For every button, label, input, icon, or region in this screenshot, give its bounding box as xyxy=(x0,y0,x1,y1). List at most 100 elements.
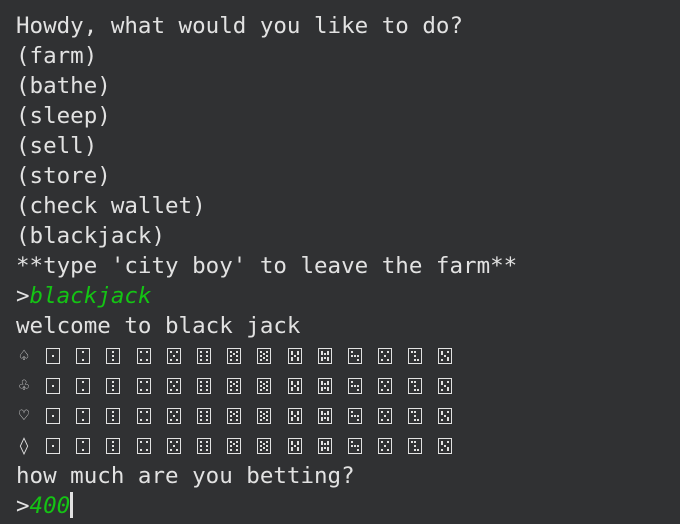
spade-icon: ♤ xyxy=(18,346,30,366)
card-pip xyxy=(381,441,384,443)
card-7-diamonds-icon xyxy=(227,438,242,454)
card-pip xyxy=(266,389,269,391)
card-pip xyxy=(296,383,299,385)
card-3-spades-icon xyxy=(106,348,121,364)
card-pip xyxy=(350,355,353,357)
card-pip xyxy=(447,411,450,413)
card-pip xyxy=(266,381,269,383)
card-pip xyxy=(266,445,269,447)
card-pip xyxy=(447,447,450,449)
card-2-hearts-icon xyxy=(76,408,91,424)
card-pip xyxy=(441,449,444,451)
card-pip xyxy=(205,415,208,417)
card-pip xyxy=(82,441,85,443)
card-pip xyxy=(230,385,233,387)
card-pip xyxy=(414,381,417,383)
card-pip xyxy=(356,359,359,361)
card-pip xyxy=(139,389,142,391)
card-pip xyxy=(205,389,208,391)
card-pip xyxy=(444,445,447,447)
bet-input[interactable]: 400 xyxy=(30,493,71,519)
card-pip xyxy=(411,381,414,383)
card-8-spades-icon xyxy=(257,348,272,364)
card-pip xyxy=(236,449,239,451)
card-pip xyxy=(260,355,263,357)
card-pip xyxy=(205,381,208,383)
card-card-back-hearts-icon xyxy=(438,408,453,424)
card-pip xyxy=(233,353,236,355)
card-pip xyxy=(417,449,420,451)
card-pip xyxy=(205,449,208,451)
card-pip xyxy=(350,411,353,413)
card-pip xyxy=(320,359,323,361)
terminal-window[interactable]: Howdy, what would you like to do? (farm)… xyxy=(0,0,680,524)
card-pip xyxy=(444,385,447,387)
card-pip xyxy=(387,351,390,353)
card-pip xyxy=(296,449,299,451)
card-pip xyxy=(82,351,85,353)
card-pip xyxy=(290,359,293,361)
card-pip xyxy=(323,383,326,385)
card-pip xyxy=(199,445,202,447)
card-pip xyxy=(387,359,390,361)
card-pip xyxy=(169,351,172,353)
card-pip xyxy=(296,359,299,361)
card-pip xyxy=(381,411,384,413)
card-pip xyxy=(381,389,384,391)
card-pip xyxy=(199,411,202,413)
card-k-diamonds-icon xyxy=(408,438,423,454)
card-pip xyxy=(447,449,450,451)
card-10-spades-icon xyxy=(317,348,332,364)
card-pip xyxy=(145,389,148,391)
card-pip xyxy=(175,359,178,361)
card-pip xyxy=(293,415,296,417)
card-pip xyxy=(266,415,269,417)
card-pip xyxy=(230,355,233,357)
card-9-spades-icon xyxy=(287,348,302,364)
card-4-clubs-icon xyxy=(136,378,151,394)
card-pip xyxy=(350,385,353,387)
card-pip xyxy=(139,381,142,383)
card-q-clubs-icon xyxy=(378,378,393,394)
card-10-clubs-icon xyxy=(317,378,332,394)
card-pip xyxy=(169,419,172,421)
card-pip xyxy=(236,355,239,357)
card-pip xyxy=(236,385,239,387)
card-a-hearts-icon xyxy=(46,408,60,424)
card-pip xyxy=(145,419,148,421)
card-pip xyxy=(139,351,142,353)
card-pip xyxy=(266,449,269,451)
card-pip xyxy=(260,381,263,383)
bet-input-line[interactable]: >400 xyxy=(16,491,680,521)
card-pip xyxy=(230,389,233,391)
card-a-clubs-icon xyxy=(46,378,60,394)
card-pip xyxy=(356,445,359,447)
card-pip xyxy=(263,383,266,385)
card-pip xyxy=(112,389,115,391)
card-pip xyxy=(260,445,263,447)
card-pip xyxy=(205,359,208,361)
card-pip xyxy=(175,411,178,413)
card-pip xyxy=(414,359,417,361)
card-pip xyxy=(381,359,384,361)
card-pip xyxy=(353,355,356,357)
card-pip xyxy=(320,353,323,355)
card-6-hearts-icon xyxy=(196,408,211,424)
bet-question: how much are you betting? xyxy=(16,463,355,489)
heart-icon: ♡ xyxy=(18,406,30,426)
card-pip xyxy=(417,359,420,361)
card-2-spades-icon xyxy=(76,348,91,364)
card-pip xyxy=(414,355,417,357)
card-pip xyxy=(290,353,293,355)
card-pip xyxy=(411,351,414,353)
card-a-spades-icon xyxy=(46,348,60,364)
card-pip xyxy=(236,441,239,443)
card-pip xyxy=(230,351,233,353)
card-pip xyxy=(236,411,239,413)
card-pip xyxy=(199,415,202,417)
card-pip xyxy=(52,415,54,417)
card-pip xyxy=(387,419,390,421)
card-4-spades-icon xyxy=(136,348,151,364)
card-pip xyxy=(320,443,323,445)
card-pip xyxy=(205,445,208,447)
